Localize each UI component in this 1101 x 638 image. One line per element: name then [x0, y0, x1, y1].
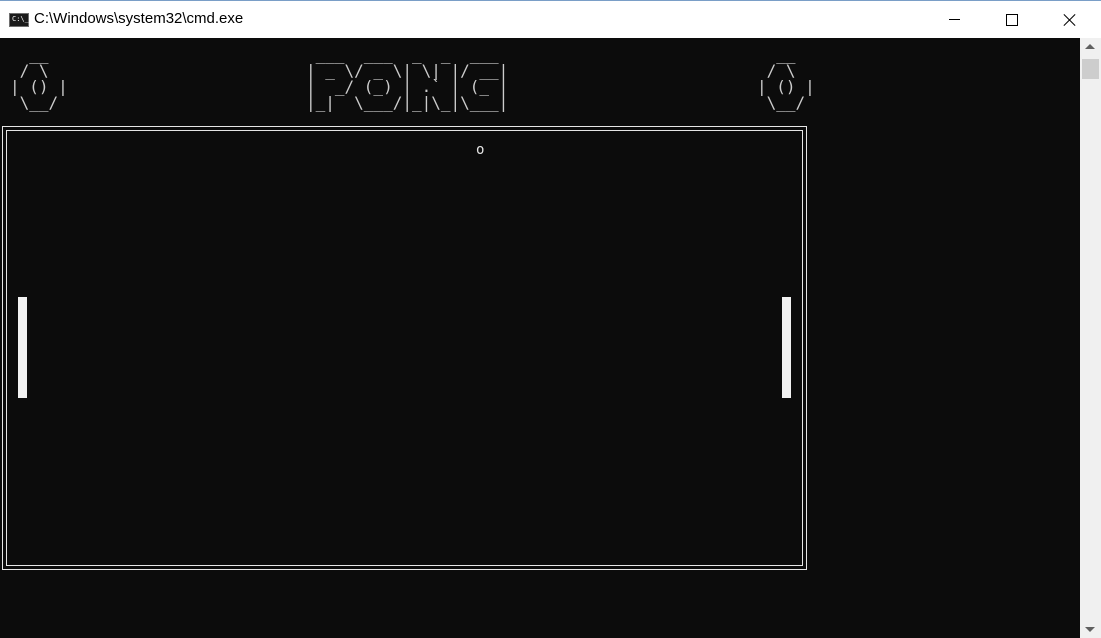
playing-field-inner-border	[6, 130, 803, 566]
maximize-icon	[1006, 13, 1018, 26]
scrollbar-thumb[interactable]	[1082, 59, 1099, 79]
title-bar: C:\_ C:\Windows\system32\cmd.exe	[0, 0, 1101, 38]
left-paddle	[18, 297, 27, 398]
right-score: __ / \ | () | \__/	[757, 45, 815, 112]
console-icon[interactable]: C:\_	[9, 13, 29, 27]
console-icon-label: C:\_	[12, 15, 29, 23]
close-button[interactable]	[1041, 1, 1099, 38]
scroll-up-icon[interactable]	[1085, 44, 1095, 49]
left-score: __ / \ | () | \__/	[10, 45, 68, 112]
ball: o	[476, 142, 485, 158]
console-area[interactable]: __ / \ | () | \__/ ___ ___ _ _ ___ | _ \…	[0, 38, 1080, 638]
vertical-scrollbar[interactable]	[1080, 38, 1101, 638]
playing-field	[2, 126, 807, 570]
minimize-button[interactable]	[925, 1, 983, 38]
scroll-down-icon[interactable]	[1085, 627, 1095, 632]
minimize-icon	[948, 19, 960, 20]
maximize-button[interactable]	[983, 1, 1041, 38]
window-title: C:\Windows\system32\cmd.exe	[34, 10, 244, 27]
pong-logo: ___ ___ _ _ ___ | _ \/ _ \| \| |/ __| | …	[306, 45, 509, 112]
right-paddle	[782, 297, 791, 398]
close-icon	[1063, 13, 1077, 27]
